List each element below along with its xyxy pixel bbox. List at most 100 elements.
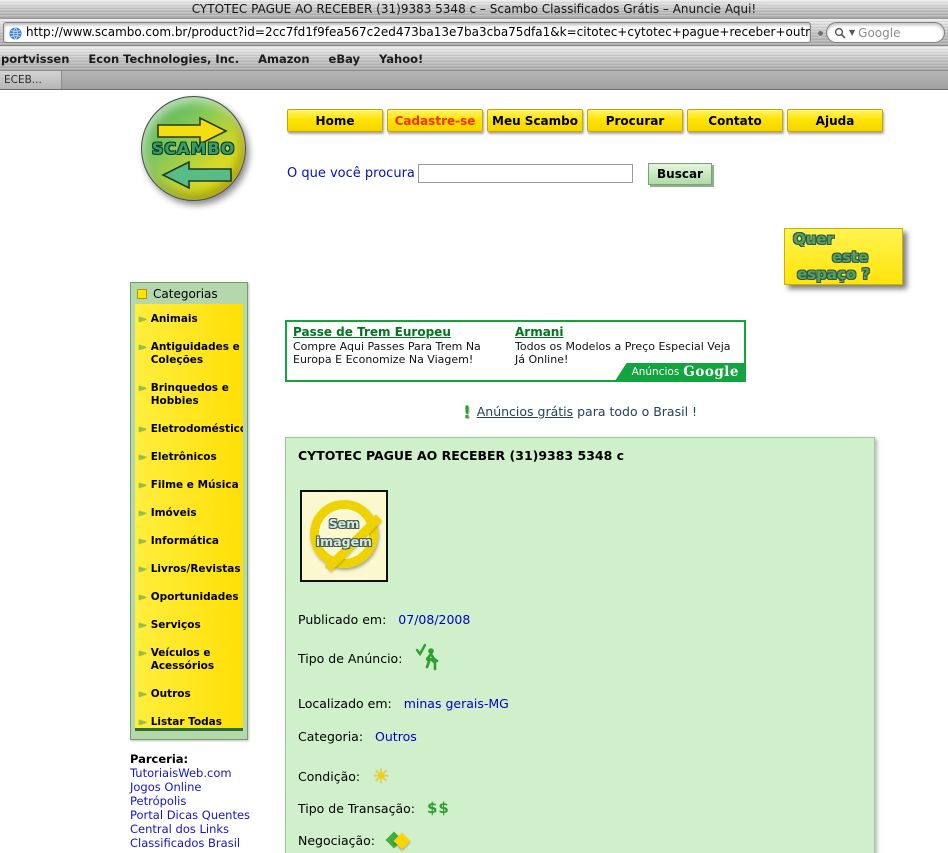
google-ad: Passe de Trem Europeu Compre Aqui Passes…: [293, 325, 511, 366]
sidebar-item-oportunidades[interactable]: ►Oportunidades: [139, 591, 243, 604]
negotiation-label: Negociação:: [298, 833, 375, 848]
bookmark-item[interactable]: Amazon: [258, 52, 309, 66]
nav-button-procurar[interactable]: Procurar: [587, 109, 683, 132]
nav-button-ajuda[interactable]: Ajuda: [787, 109, 883, 132]
active-tab[interactable]: ECEB...: [0, 71, 62, 89]
window-title: CYTOTEC PAGUE AO RECEBER (31)9383 5348 c…: [192, 2, 757, 16]
scambo-logo[interactable]: SCAMBO: [141, 96, 246, 201]
google-ad: Armani Todos os Modelos a Preço Especial…: [515, 325, 741, 366]
sidebar-item-servicos[interactable]: ►Serviços: [139, 619, 243, 632]
sidebar-item-livros-revistas[interactable]: ►Livros/Revistas: [139, 563, 243, 576]
arrow-right-icon: ►: [139, 716, 147, 729]
anuncios-gratis-link[interactable]: Anúncios grátis: [477, 404, 573, 419]
google-search-field[interactable]: ▼: [826, 22, 945, 43]
search-dropdown-caret-icon[interactable]: ▼: [849, 29, 855, 37]
browser-toolbar: http://www.scambo.com.br/product?id=2cc7…: [0, 19, 948, 46]
nav-button-cadastre-se[interactable]: Cadastre-se: [387, 109, 483, 132]
arrow-right-icon: ►: [139, 341, 147, 354]
sidebar-item-listar-todas[interactable]: ►Listar Todas: [139, 716, 243, 729]
sidebar-item-antiguidades[interactable]: ►Antiguidades e Coleções: [139, 341, 243, 367]
category-square-icon: [137, 289, 147, 299]
arrow-right-icon: ►: [139, 563, 147, 576]
partners-section: Parceria: TutoriaisWeb.com Jogos Online …: [130, 752, 250, 850]
arrow-right-icon: ►: [139, 313, 147, 326]
page-content: SCAMBO Home Cadastre-se Meu Scambo Procu…: [0, 90, 948, 853]
arrow-right-icon: ►: [139, 619, 147, 632]
anuncios-label: Anúncios: [632, 366, 680, 378]
partner-link[interactable]: TutoriaisWeb.com: [130, 766, 250, 780]
bookmark-item[interactable]: Yahoo!: [379, 52, 423, 66]
arrow-right-icon: ►: [139, 423, 147, 436]
tab-bar: ECEB...: [0, 71, 948, 90]
ad-title-link[interactable]: Armani: [515, 325, 741, 339]
location-row: Localizado em: minas gerais-MG: [298, 696, 509, 711]
nav-button-home[interactable]: Home: [287, 109, 383, 132]
sidebar-item-informatica[interactable]: ►Informática: [139, 535, 243, 548]
transaction-label: Tipo de Transação:: [298, 801, 415, 816]
sidebar-item-imoveis[interactable]: ►Imóveis: [139, 507, 243, 520]
sidebar-item-eletrodomesticos[interactable]: ►Eletrodomésticos: [139, 423, 243, 436]
anuncios-google-tab[interactable]: Anúncios Google: [616, 363, 744, 380]
sidebar-item-eletronicos[interactable]: ►Eletrônicos: [139, 451, 243, 464]
partner-link[interactable]: Jogos Online: [130, 780, 250, 794]
logo-left-arrow-icon: [163, 162, 231, 188]
transaction-row: Tipo de Transação: $$: [298, 799, 450, 817]
browser-window: CYTOTEC PAGUE AO RECEBER (31)9383 5348 c…: [0, 0, 948, 853]
sidebar-item-outros[interactable]: ►Outros: [139, 688, 243, 701]
bookmark-item[interactable]: portvissen: [1, 52, 69, 66]
arrow-right-icon: ►: [139, 479, 147, 492]
site-favicon-globe-icon: [9, 27, 22, 40]
arrow-right-icon: ►: [139, 591, 147, 604]
ad-text: Todos os Modelos a Preço Especial Veja J…: [515, 340, 741, 366]
arrow-right-icon: ►: [139, 688, 147, 701]
sidebar-item-filme-musica[interactable]: ►Filme e Música: [139, 479, 243, 492]
negotiation-row: Negociação:: [298, 830, 411, 850]
partners-title: Parceria:: [130, 752, 250, 766]
google-logo: Google: [683, 364, 739, 380]
ad-title-link[interactable]: Passe de Trem Europeu: [293, 325, 511, 339]
search-icon: [834, 27, 846, 39]
free-ads-suffix: para todo o Brasil !: [573, 404, 697, 419]
partner-link[interactable]: Classificados Brasil: [130, 836, 250, 850]
quer-este-espaco-ad[interactable]: Quer este espaço ?: [784, 228, 903, 285]
sidebar-item-brinquedos[interactable]: ►Brinquedos e Hobbies: [139, 382, 243, 408]
published-date: 07/08/2008: [398, 612, 470, 627]
badge-line: espaço ?: [797, 265, 870, 283]
address-bar[interactable]: http://www.scambo.com.br/product?id=2cc7…: [3, 22, 811, 43]
condition-label: Condição:: [298, 769, 360, 784]
sidebar-item-animais[interactable]: ►Animais: [139, 313, 243, 326]
sidebar-item-veiculos[interactable]: ►Veículos e Acessórios: [139, 647, 243, 673]
nav-button-meu-scambo[interactable]: Meu Scambo: [487, 109, 583, 132]
diamonds-icon: [387, 830, 411, 850]
buscar-button[interactable]: Buscar: [648, 163, 712, 185]
badge-line: Quer: [793, 230, 834, 248]
category-link[interactable]: Outros: [375, 729, 417, 744]
snapback-dot: [818, 31, 823, 36]
dollars-icon: $$: [427, 799, 450, 817]
published-row: Publicado em: 07/08/2008: [298, 612, 470, 627]
categories-panel: ►Animais ►Antiguidades e Coleções ►Brinq…: [135, 304, 243, 731]
ad-text: Compre Aqui Passes Para Trem Na Europa E…: [293, 340, 511, 366]
partner-link[interactable]: Petrópolis: [130, 794, 250, 808]
arrow-right-icon: ►: [139, 507, 147, 520]
bookmark-item[interactable]: Econ Technologies, Inc.: [88, 52, 239, 66]
location-link[interactable]: minas gerais-MG: [404, 696, 509, 711]
arrow-right-icon: ►: [139, 382, 147, 395]
categories-sidebar: Categorias ►Animais ►Antiguidades e Cole…: [130, 282, 248, 740]
category-label: Categoria:: [298, 729, 363, 744]
published-label: Publicado em:: [298, 612, 386, 627]
ad-type-row: Tipo de Anúncio:: [298, 643, 444, 673]
site-search-input[interactable]: [418, 164, 633, 183]
site-search-label: O que você procura ?: [287, 166, 426, 181]
location-label: Localizado em:: [298, 696, 392, 711]
google-search-input[interactable]: [858, 26, 928, 40]
window-titlebar: CYTOTEC PAGUE AO RECEBER (31)9383 5348 c…: [0, 0, 948, 19]
no-image-placeholder: Sem imagem: [300, 490, 388, 582]
bookmark-item[interactable]: eBay: [329, 52, 360, 66]
partner-link[interactable]: Central dos Links: [130, 822, 250, 836]
categories-title: Categorias: [153, 287, 218, 301]
bookmarks-bar: portvissen Econ Technologies, Inc. Amazo…: [0, 46, 948, 71]
category-row: Categoria: Outros: [298, 729, 417, 744]
nav-button-contato[interactable]: Contato: [687, 109, 783, 132]
partner-link[interactable]: Portal Dicas Quentes: [130, 808, 250, 822]
